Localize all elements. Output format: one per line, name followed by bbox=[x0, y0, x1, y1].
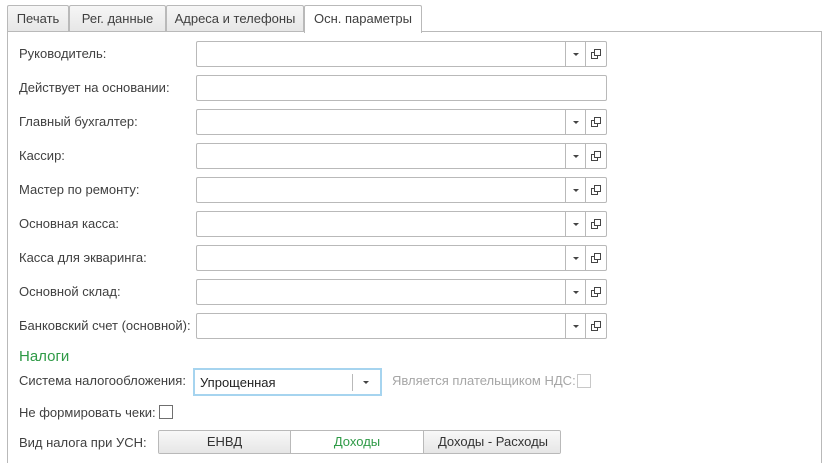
chevron-down-icon bbox=[572, 324, 579, 328]
usn-type-switch: ЕНВД Доходы Доходы - Расходы bbox=[158, 430, 561, 454]
usn-type-label: Вид налога при УСН: bbox=[19, 435, 147, 450]
acquiring-cash-open-button[interactable] bbox=[585, 246, 606, 270]
vat-payer-checkbox[interactable] bbox=[577, 374, 591, 388]
chief-accountant-open-button[interactable] bbox=[585, 110, 606, 134]
open-item-icon bbox=[590, 117, 602, 127]
repair-master-input[interactable] bbox=[196, 177, 607, 203]
tab-main-parameters[interactable]: Осн. параметры bbox=[304, 5, 422, 33]
open-item-icon bbox=[590, 321, 602, 331]
main-cash-dropdown-button[interactable] bbox=[565, 212, 585, 236]
taxes-section-title: Налоги bbox=[19, 348, 70, 365]
bank-account-dropdown-button[interactable] bbox=[565, 314, 585, 338]
cashier-open-button[interactable] bbox=[585, 144, 606, 168]
tab-addresses-phones[interactable]: Адреса и телефоны bbox=[166, 5, 304, 32]
vat-payer-label: Является плательщиком НДС: bbox=[392, 373, 576, 388]
main-warehouse-input[interactable] bbox=[196, 279, 607, 305]
head-input[interactable] bbox=[196, 41, 607, 67]
main-cash-input[interactable] bbox=[196, 211, 607, 237]
usn-option-envd[interactable]: ЕНВД bbox=[159, 431, 291, 453]
main-warehouse-open-button[interactable] bbox=[585, 280, 606, 304]
acquiring-cash-label: Касса для экваринга: bbox=[19, 250, 147, 265]
chevron-down-icon bbox=[572, 52, 579, 56]
no-receipts-label: Не формировать чеки: bbox=[19, 405, 156, 420]
open-item-icon bbox=[590, 287, 602, 297]
tax-system-label: Система налогообложения: bbox=[19, 373, 186, 388]
bank-account-label: Банковский счет (основной): bbox=[19, 318, 191, 333]
open-item-icon bbox=[590, 49, 602, 59]
head-label: Руководитель: bbox=[19, 46, 107, 61]
chevron-down-icon bbox=[572, 120, 579, 124]
no-receipts-checkbox[interactable] bbox=[159, 405, 173, 419]
acquiring-cash-dropdown-button[interactable] bbox=[565, 246, 585, 270]
usn-option-income[interactable]: Доходы bbox=[291, 431, 424, 453]
chief-accountant-input[interactable] bbox=[196, 109, 607, 135]
main-warehouse-dropdown-button[interactable] bbox=[565, 280, 585, 304]
cashier-input[interactable] bbox=[196, 143, 607, 169]
cashier-label: Кассир: bbox=[19, 148, 65, 163]
chief-accountant-dropdown-button[interactable] bbox=[565, 110, 585, 134]
main-parameters-panel: Руководитель: Действует на основании: Гл… bbox=[7, 31, 822, 463]
basis-label: Действует на основании: bbox=[19, 80, 170, 95]
chevron-down-icon bbox=[572, 154, 579, 158]
chevron-down-icon bbox=[572, 256, 579, 260]
repair-master-open-button[interactable] bbox=[585, 178, 606, 202]
open-item-icon bbox=[590, 219, 602, 229]
chevron-down-icon bbox=[572, 188, 579, 192]
usn-option-income-expense[interactable]: Доходы - Расходы bbox=[424, 431, 560, 453]
tax-system-value: Упрощенная bbox=[200, 375, 276, 390]
tax-system-dropdown-button[interactable] bbox=[352, 370, 380, 394]
cashier-dropdown-button[interactable] bbox=[565, 144, 585, 168]
chevron-down-icon bbox=[363, 380, 369, 384]
tax-system-select[interactable]: Упрощенная bbox=[193, 368, 382, 396]
head-open-button[interactable] bbox=[585, 42, 606, 66]
main-warehouse-label: Основной склад: bbox=[19, 284, 121, 299]
chevron-down-icon bbox=[572, 222, 579, 226]
main-cash-open-button[interactable] bbox=[585, 212, 606, 236]
open-item-icon bbox=[590, 185, 602, 195]
tab-registration-data[interactable]: Рег. данные bbox=[69, 5, 166, 32]
repair-master-dropdown-button[interactable] bbox=[565, 178, 585, 202]
open-item-icon bbox=[590, 151, 602, 161]
open-item-icon bbox=[590, 253, 602, 263]
basis-input[interactable] bbox=[196, 75, 607, 101]
tab-print[interactable]: Печать bbox=[7, 5, 69, 32]
chevron-down-icon bbox=[572, 290, 579, 294]
repair-master-label: Мастер по ремонту: bbox=[19, 182, 140, 197]
bank-account-open-button[interactable] bbox=[585, 314, 606, 338]
main-cash-label: Основная касса: bbox=[19, 216, 120, 231]
acquiring-cash-input[interactable] bbox=[196, 245, 607, 271]
bank-account-input[interactable] bbox=[196, 313, 607, 339]
chief-accountant-label: Главный бухгалтер: bbox=[19, 114, 138, 129]
head-dropdown-button[interactable] bbox=[565, 42, 585, 66]
